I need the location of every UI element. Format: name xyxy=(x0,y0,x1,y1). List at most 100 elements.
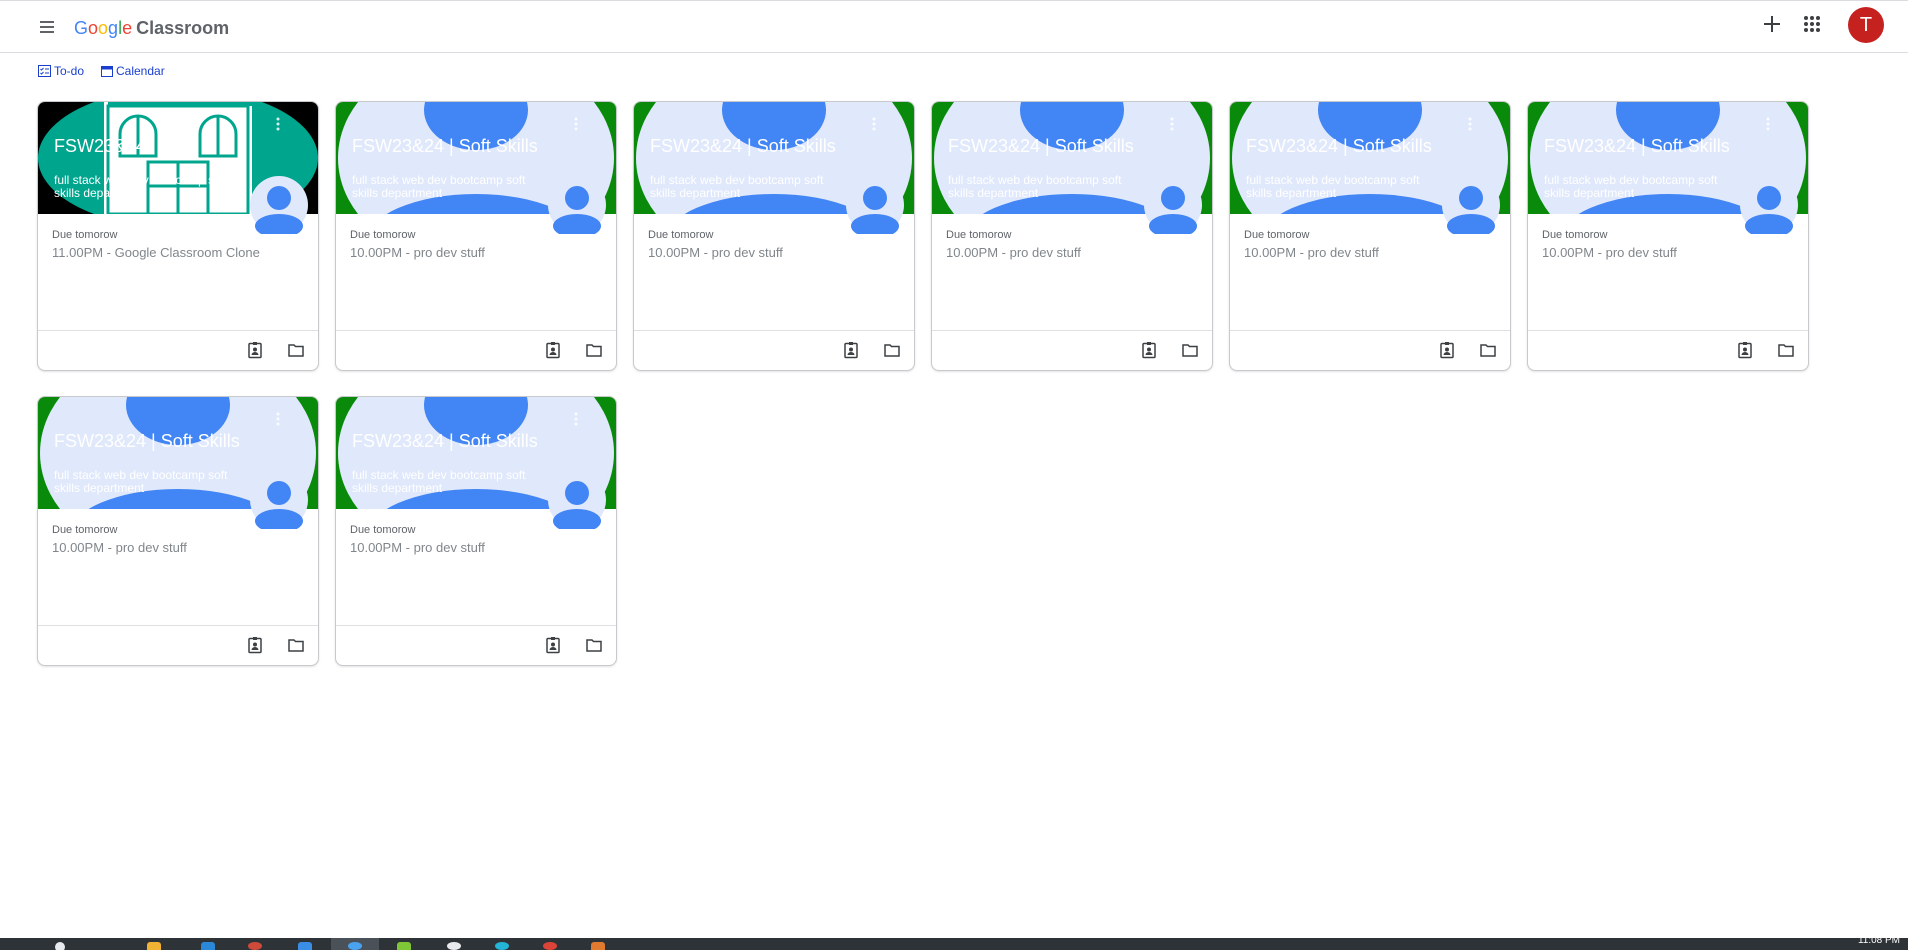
due-assignment[interactable]: 10.00PM - pro dev stuff xyxy=(648,245,783,260)
app-logo[interactable]: Google Classroom xyxy=(74,18,229,38)
due-assignment[interactable]: 10.00PM - pro dev stuff xyxy=(1244,245,1379,260)
card-footer xyxy=(1230,330,1510,370)
folder-icon[interactable] xyxy=(147,942,161,950)
card-footer xyxy=(38,625,318,665)
folder-icon[interactable] xyxy=(585,341,603,359)
due-label: Due tomorow xyxy=(648,229,714,241)
class-title[interactable]: FSW23&24 | Soft Skills xyxy=(650,136,836,157)
class-card[interactable]: FSW23&24 | Soft Skills full stack web de… xyxy=(1229,101,1511,371)
class-title[interactable]: FSW23&24 | Soft Skills xyxy=(352,136,538,157)
class-subtitle: full stack web dev bootcamp soft skills … xyxy=(1544,173,1718,200)
calendar-label: Calendar xyxy=(116,64,165,78)
class-subtitle: full stack web dev bootcamp soft skills … xyxy=(1246,173,1420,200)
account-avatar[interactable]: T xyxy=(1848,7,1884,43)
due-assignment[interactable]: 11.00PM - Google Classroom Clone xyxy=(52,245,260,260)
class-title[interactable]: FSW23&24 | Soft Skills xyxy=(948,136,1134,157)
teacher-avatar-icon xyxy=(250,176,308,238)
folder-icon[interactable] xyxy=(1777,341,1795,359)
plus-icon[interactable] xyxy=(1760,12,1784,36)
todo-label: To-do xyxy=(54,64,85,78)
product-name: Classroom xyxy=(136,18,230,38)
assignment-ind-icon[interactable] xyxy=(1140,341,1158,359)
class-title[interactable]: FSW23&24 | Soft Skills xyxy=(1246,136,1432,157)
more-vert-icon[interactable] xyxy=(270,411,286,427)
menu-icon[interactable] xyxy=(37,18,57,36)
more-vert-icon[interactable] xyxy=(270,116,286,132)
google-wordmark: Google xyxy=(74,18,133,38)
class-card[interactable]: FSW23&24 full stack web dev bootcamp sof… xyxy=(37,101,319,371)
start-icon[interactable] xyxy=(55,942,65,950)
browser-icon[interactable] xyxy=(248,942,262,950)
card-footer xyxy=(932,330,1212,370)
edge-icon[interactable] xyxy=(348,942,362,950)
due-label: Due tomorow xyxy=(1244,229,1310,241)
class-title[interactable]: FSW23&24 | Soft Skills xyxy=(54,431,240,452)
app-icon[interactable] xyxy=(397,942,411,950)
teacher-avatar-icon xyxy=(1144,176,1202,238)
due-assignment[interactable]: 10.00PM - pro dev stuff xyxy=(946,245,1081,260)
card-footer xyxy=(1528,330,1808,370)
folder-icon[interactable] xyxy=(883,341,901,359)
more-vert-icon[interactable] xyxy=(568,116,584,132)
card-footer xyxy=(38,330,318,370)
app-icon[interactable] xyxy=(298,942,312,950)
app-icon[interactable] xyxy=(591,942,605,950)
teacher-avatar-icon xyxy=(1442,176,1500,238)
apps-grid-icon[interactable] xyxy=(1800,12,1824,36)
class-subtitle: full stack web dev bootcamp soft skills … xyxy=(54,173,228,200)
todo-link[interactable]: To-do xyxy=(38,64,84,78)
clock: 11:08 PM xyxy=(1857,935,1900,946)
due-assignment[interactable]: 10.00PM - pro dev stuff xyxy=(52,540,187,555)
class-card[interactable]: FSW23&24 | Soft Skills full stack web de… xyxy=(633,101,915,371)
card-footer xyxy=(634,330,914,370)
folder-icon[interactable] xyxy=(287,636,305,654)
class-title[interactable]: FSW23&24 | Soft Skills xyxy=(1544,136,1730,157)
folder-icon[interactable] xyxy=(1181,341,1199,359)
due-assignment[interactable]: 10.00PM - pro dev stuff xyxy=(1542,245,1677,260)
due-assignment[interactable]: 10.00PM - pro dev stuff xyxy=(350,245,485,260)
due-label: Due tomorow xyxy=(52,524,118,536)
card-footer xyxy=(336,625,616,665)
calendar-icon xyxy=(101,66,113,77)
due-assignment[interactable]: 10.00PM - pro dev stuff xyxy=(350,540,485,555)
card-footer xyxy=(336,330,616,370)
assignment-ind-icon[interactable] xyxy=(544,341,562,359)
teacher-avatar-icon xyxy=(548,176,606,238)
class-card[interactable]: FSW23&24 | Soft Skills full stack web de… xyxy=(1527,101,1809,371)
class-card[interactable]: FSW23&24 | Soft Skills full stack web de… xyxy=(335,396,617,666)
class-card[interactable]: FSW23&24 | Soft Skills full stack web de… xyxy=(37,396,319,666)
app-icon[interactable] xyxy=(447,942,461,950)
class-subtitle: full stack web dev bootcamp soft skills … xyxy=(54,468,228,495)
os-taskbar: 11:08 PM xyxy=(0,935,1908,950)
class-title[interactable]: FSW23&24 | Soft Skills xyxy=(352,431,538,452)
assignment-ind-icon[interactable] xyxy=(246,341,264,359)
due-label: Due tomorow xyxy=(946,229,1012,241)
due-label: Due tomorow xyxy=(52,229,118,241)
teacher-avatar-icon xyxy=(846,176,904,238)
class-subtitle: full stack web dev bootcamp soft skills … xyxy=(352,468,526,495)
class-card[interactable]: FSW23&24 | Soft Skills full stack web de… xyxy=(335,101,617,371)
assignment-ind-icon[interactable] xyxy=(246,636,264,654)
todo-icon xyxy=(38,65,51,77)
folder-icon[interactable] xyxy=(287,341,305,359)
teacher-avatar-icon xyxy=(548,471,606,533)
chrome-icon[interactable] xyxy=(543,942,557,950)
assignment-ind-icon[interactable] xyxy=(842,341,860,359)
teacher-avatar-icon xyxy=(250,471,308,533)
assignment-ind-icon[interactable] xyxy=(1736,341,1754,359)
folder-icon[interactable] xyxy=(1479,341,1497,359)
more-vert-icon[interactable] xyxy=(568,411,584,427)
app-icon[interactable] xyxy=(495,942,509,950)
class-title[interactable]: FSW23&24 xyxy=(54,136,146,157)
class-card[interactable]: FSW23&24 | Soft Skills full stack web de… xyxy=(931,101,1213,371)
assignment-ind-icon[interactable] xyxy=(1438,341,1456,359)
more-vert-icon[interactable] xyxy=(1462,116,1478,132)
more-vert-icon[interactable] xyxy=(1164,116,1180,132)
more-vert-icon[interactable] xyxy=(866,116,882,132)
store-icon[interactable] xyxy=(201,942,215,950)
calendar-link[interactable]: Calendar xyxy=(101,64,165,78)
due-label: Due tomorow xyxy=(1542,229,1608,241)
more-vert-icon[interactable] xyxy=(1760,116,1776,132)
folder-icon[interactable] xyxy=(585,636,603,654)
assignment-ind-icon[interactable] xyxy=(544,636,562,654)
